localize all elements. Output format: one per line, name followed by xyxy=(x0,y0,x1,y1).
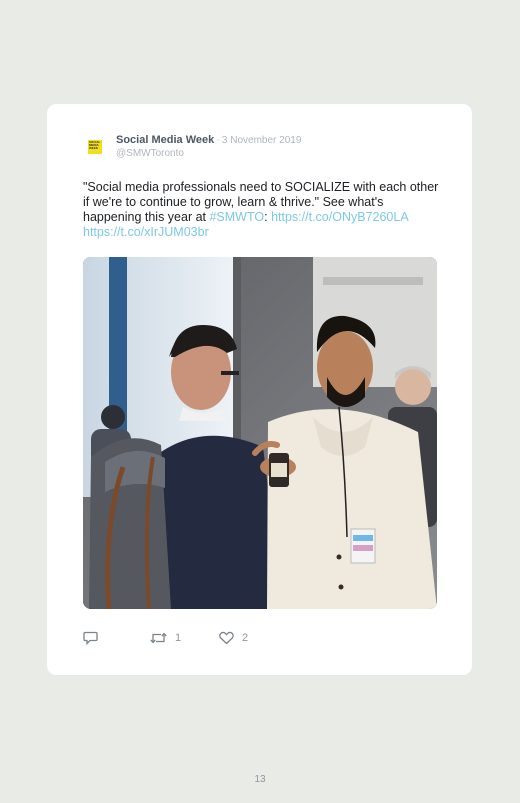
conference-photo xyxy=(83,257,437,609)
reply-icon[interactable] xyxy=(83,631,98,645)
page-number: 13 xyxy=(254,774,266,785)
reply-action[interactable] xyxy=(83,630,98,646)
like-count: 2 xyxy=(242,632,249,644)
author-name[interactable]: Social Media Week xyxy=(116,134,214,146)
hashtag-link[interactable]: #SMWTO xyxy=(209,210,264,224)
avatar-logo-text: SOCIAL MEDIA WEEK xyxy=(89,140,101,151)
separator-dot: · xyxy=(216,134,220,146)
tweet-author-line: Social Media Week · 3 November 2019 xyxy=(116,134,301,146)
like-action[interactable]: 2 xyxy=(219,630,248,646)
retweet-action[interactable]: 1 xyxy=(150,630,181,646)
tweet-card: SOCIAL MEDIA WEEK Social Media Week · 3 No… xyxy=(47,104,472,675)
tweet-actions: 1 2 xyxy=(83,630,443,646)
retweet-count: 1 xyxy=(175,632,182,644)
tweet-date[interactable]: 3 November 2019 xyxy=(222,135,302,146)
author-handle[interactable]: @SMWToronto xyxy=(116,148,184,159)
avatar[interactable]: SOCIAL MEDIA WEEK xyxy=(85,137,105,157)
tweet-text: "Social media professionals need to SOCI… xyxy=(83,180,443,240)
heart-icon[interactable] xyxy=(219,631,234,645)
retweet-icon[interactable] xyxy=(150,631,167,645)
tweet-link-2[interactable]: https://t.co/xIrJUM03br xyxy=(83,225,209,239)
tweet-link-1[interactable]: https://t.co/ONyB7260LA xyxy=(271,210,409,224)
tweet-photo[interactable] xyxy=(83,257,437,609)
